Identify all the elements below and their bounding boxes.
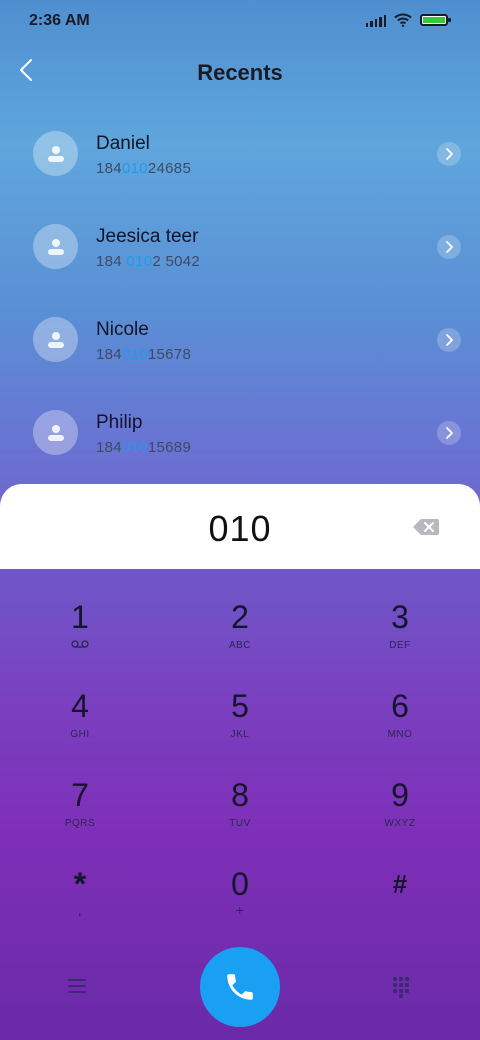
- status-icons: [365, 13, 451, 27]
- chevron-right-icon: [446, 148, 453, 160]
- avatar: [33, 317, 78, 362]
- key-0[interactable]: 0 +: [160, 836, 320, 925]
- recent-item-jeesica-teer[interactable]: Jeesica teer 184 0102 5042: [0, 199, 480, 292]
- contact-details-button[interactable]: [437, 328, 461, 352]
- key-digit: 7: [71, 777, 89, 813]
- contact-number: 18401015689: [96, 439, 192, 456]
- recents-list: Daniel 18401024685 Jeesica teer 184 0102…: [0, 106, 480, 478]
- call-button[interactable]: [200, 947, 280, 1027]
- key-8[interactable]: 8 TUV: [160, 747, 320, 836]
- key-5[interactable]: 5 JKL: [160, 658, 320, 747]
- avatar: [33, 410, 78, 455]
- person-icon: [47, 238, 64, 255]
- contact-details-button[interactable]: [437, 142, 461, 166]
- key-letters: TUV: [229, 818, 251, 829]
- contact-name: Nicole: [96, 319, 149, 340]
- contact-details-button[interactable]: [437, 235, 461, 259]
- contact-number: 18401024685: [96, 160, 192, 177]
- page-title: Recents: [197, 60, 283, 85]
- key-digit: 1: [71, 599, 89, 635]
- key-digit: 2: [231, 599, 249, 635]
- contact-number: 184 0102 5042: [96, 253, 201, 270]
- voicemail-icon: [0, 640, 160, 648]
- key-3[interactable]: 3 DEF: [320, 569, 480, 658]
- key-7[interactable]: 7 PQRS: [0, 747, 160, 836]
- contact-details-button[interactable]: [437, 421, 461, 445]
- recent-item-philip[interactable]: Philip 18401015689: [0, 385, 480, 478]
- key-digit: 8: [231, 777, 249, 813]
- key-letters: GHI: [70, 729, 90, 740]
- key-4[interactable]: 4 GHI: [0, 658, 160, 747]
- key-digit: *: [73, 866, 87, 902]
- key-digit: 9: [391, 777, 409, 813]
- key-hash[interactable]: #: [320, 836, 480, 925]
- avatar: [33, 131, 78, 176]
- wifi-icon: [394, 13, 412, 27]
- backspace-icon: [413, 519, 439, 535]
- status-bar: 2:36 AM: [0, 0, 480, 44]
- recent-item-nicole[interactable]: Nicole 18401015678: [0, 292, 480, 385]
- phone-icon: [227, 974, 253, 1000]
- chevron-right-icon: [446, 241, 453, 253]
- key-star[interactable]: * ,: [0, 836, 160, 925]
- status-time: 2:36 AM: [29, 12, 90, 29]
- contact-name: Daniel: [96, 133, 150, 154]
- key-letters: JKL: [230, 729, 250, 740]
- key-9[interactable]: 9 WXYZ: [320, 747, 480, 836]
- key-letters: WXYZ: [384, 818, 416, 829]
- key-digit: 3: [391, 599, 409, 635]
- key-6[interactable]: 6 MNO: [320, 658, 480, 747]
- dialpad-icon[interactable]: [392, 976, 410, 998]
- key-letters: ,: [77, 902, 83, 918]
- contact-name: Philip: [96, 412, 143, 433]
- header: Recents: [0, 44, 480, 100]
- chevron-right-icon: [446, 334, 453, 346]
- contact-number: 18401015678: [96, 346, 192, 363]
- key-letters: PQRS: [64, 818, 96, 829]
- contact-name: Jeesica teer: [96, 226, 199, 247]
- dial-input-panel: 010: [0, 484, 480, 569]
- battery-icon: [420, 14, 451, 26]
- key-letters: MNO: [387, 729, 413, 740]
- backspace-button[interactable]: [412, 517, 440, 537]
- person-icon: [47, 145, 64, 162]
- person-icon: [47, 424, 64, 441]
- key-digit: 6: [391, 688, 409, 724]
- key-2[interactable]: 2 ABC: [160, 569, 320, 658]
- chevron-right-icon: [446, 427, 453, 439]
- recent-item-daniel[interactable]: Daniel 18401024685: [0, 106, 480, 199]
- avatar: [33, 224, 78, 269]
- key-digit: #: [392, 869, 408, 899]
- key-digit: 5: [231, 688, 249, 724]
- key-letters: ABC: [228, 640, 252, 651]
- dialed-number-field[interactable]: 010: [0, 508, 480, 550]
- person-icon: [47, 331, 64, 348]
- key-letters: DEF: [389, 640, 411, 651]
- key-digit: 4: [71, 688, 89, 724]
- key-letters: +: [235, 902, 245, 918]
- key-digit: 0: [231, 866, 249, 902]
- menu-icon[interactable]: [66, 976, 88, 996]
- key-1[interactable]: 1: [0, 569, 160, 658]
- signal-icon: [365, 13, 386, 27]
